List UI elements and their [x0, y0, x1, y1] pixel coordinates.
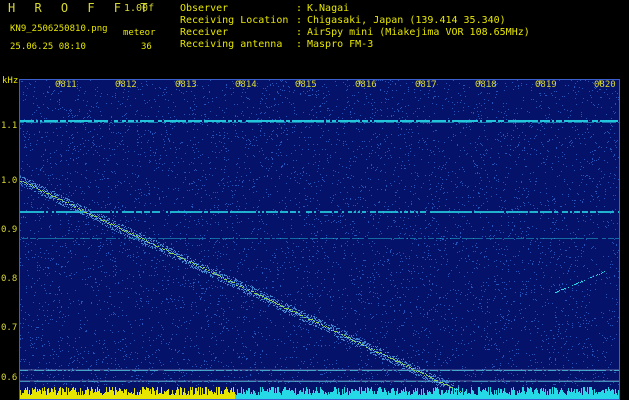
x-tick-label: 0819 — [535, 80, 557, 90]
y-tick-label: 0.7 — [1, 323, 18, 333]
x-tick-label: 0814 — [235, 80, 257, 90]
spectrogram-canvas — [20, 80, 619, 400]
x-tick-label: 0811 — [55, 80, 77, 90]
location-label: Receiving Location — [180, 15, 289, 26]
observer-colon: : — [296, 3, 303, 14]
x-tick-label: 0813 — [175, 80, 197, 90]
receiver-colon: : — [296, 27, 303, 38]
noise-speckle — [20, 80, 619, 386]
antenna-colon: : — [296, 39, 303, 50]
x-tick-label: 0817 — [415, 80, 437, 90]
y-axis-unit: kHz — [2, 76, 19, 86]
meteor-label: meteor — [123, 28, 156, 38]
carrier-band — [20, 122, 619, 123]
carrier-band — [20, 120, 618, 122]
observer-label: Observer — [180, 3, 229, 14]
meteor-count: 36 — [141, 42, 152, 52]
x-tick-label: 0818 — [475, 80, 497, 90]
file-name: KN9_2506250810.png — [10, 24, 108, 34]
signal-meter-yellow — [20, 387, 235, 400]
antenna-label: Receiving antenna — [180, 39, 283, 50]
spectrogram-plot — [20, 80, 619, 400]
meteor-streak — [555, 271, 605, 293]
location-colon: : — [296, 15, 303, 26]
meteor-trace — [20, 181, 480, 400]
receiver-label: Receiver — [180, 27, 229, 38]
receiver-value: AirSpy mini (Miakejima VOR 108.65MHz) — [307, 27, 530, 38]
y-tick-label: 1.0 — [1, 176, 18, 186]
y-tick-label: 0.6 — [1, 373, 18, 383]
y-tick-label: 0.9 — [1, 225, 18, 235]
location-value: Chigasaki, Japan (139.414 35.340) — [307, 15, 506, 26]
y-tick-label: 1.1 — [1, 121, 18, 131]
app-version: 1.00f — [124, 3, 155, 14]
x-tick-label: 0815 — [295, 80, 317, 90]
signal-meter-cyan — [235, 387, 619, 400]
y-tick-label: 0.8 — [1, 274, 18, 284]
x-tick-label: 0820 — [594, 80, 616, 90]
carrier-band — [22, 238, 619, 239]
x-tick-label: 0816 — [355, 80, 377, 90]
antenna-value: Maspro FM-3 — [307, 39, 374, 50]
observer-value: K.Nagai — [307, 3, 350, 14]
spectrogram-window: H R O F F T 1.00f KN9_2506250810.png 25.… — [0, 0, 629, 400]
x-tick-label: 0812 — [115, 80, 137, 90]
capture-datetime: 25.06.25 08:10 — [10, 42, 86, 52]
